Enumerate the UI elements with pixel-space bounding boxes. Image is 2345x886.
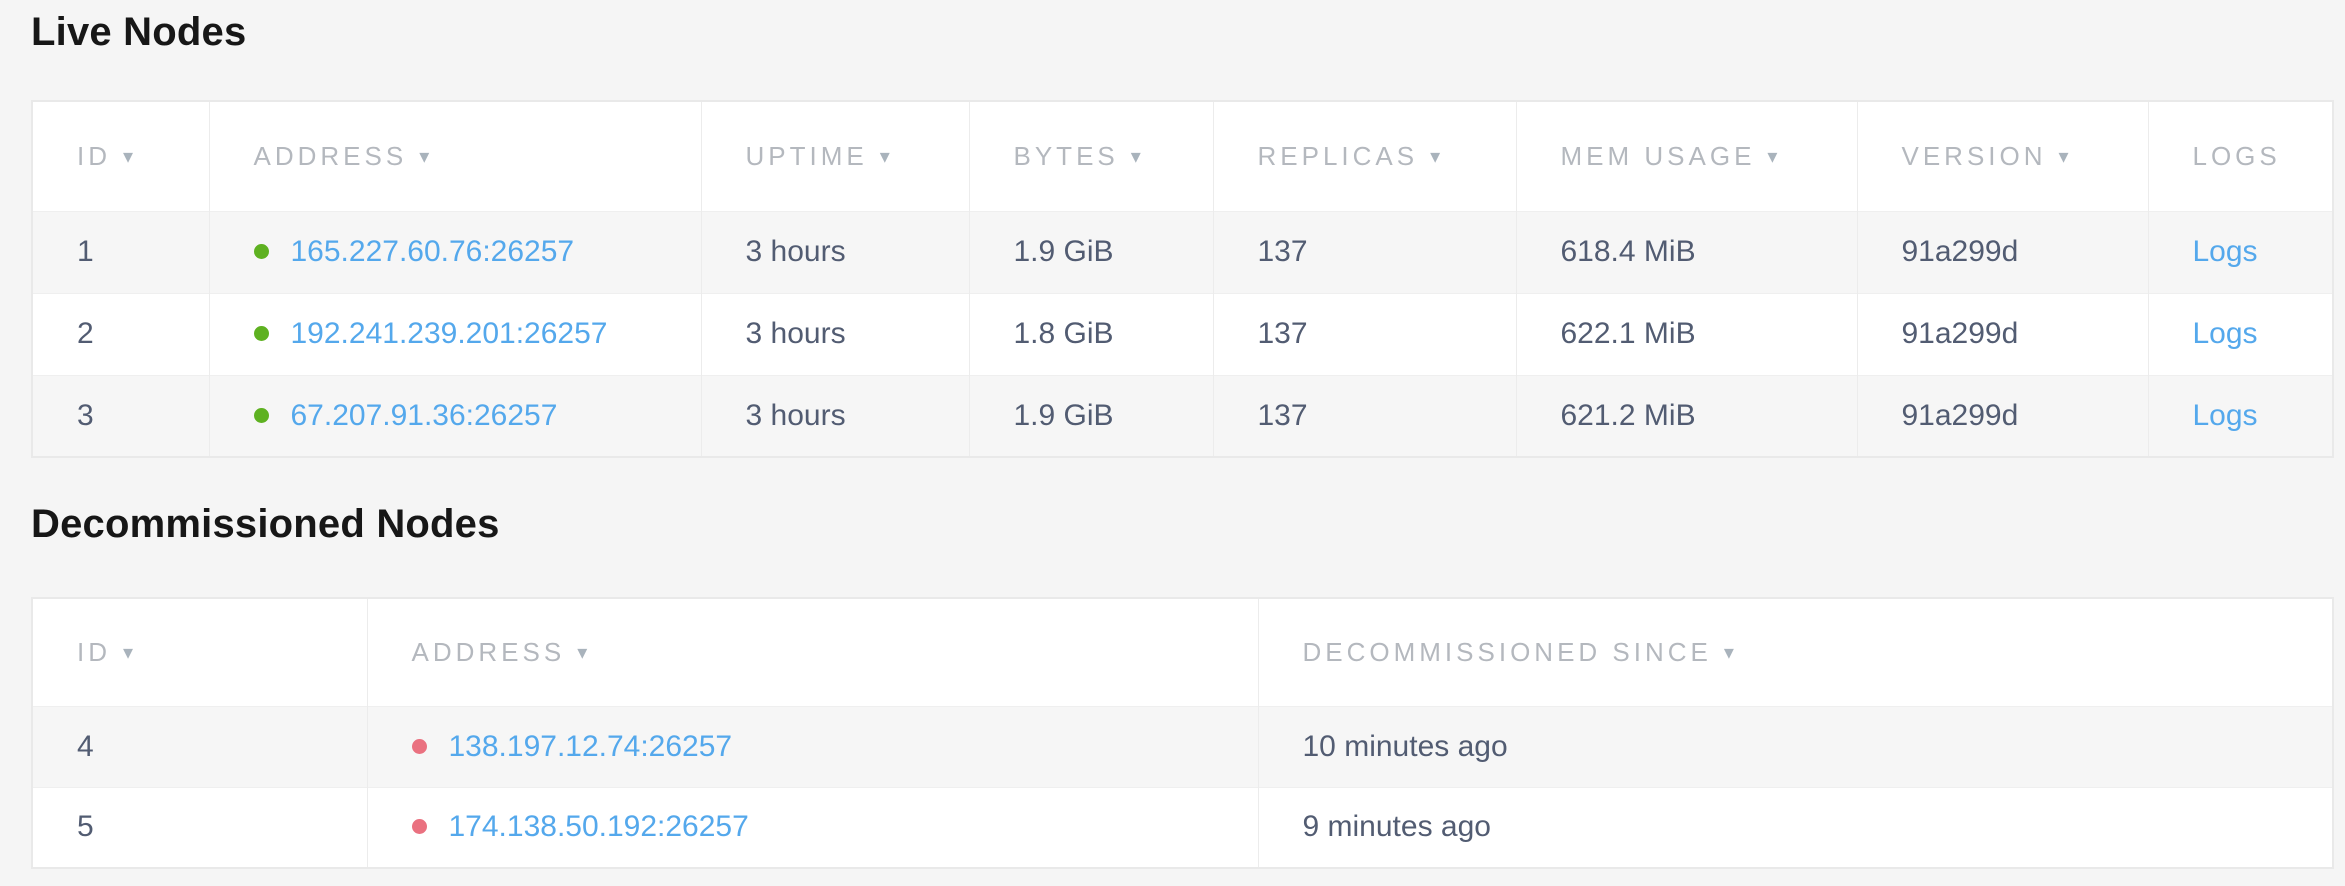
node-live-status-dot-icon [254, 244, 269, 259]
table-row: 3 67.207.91.36:26257 3 hours 1.9 GiB 137… [32, 375, 2333, 457]
decommissioned-nodes-section: Decommissioned Nodes ID ▾ ADDRESS ▾ DECOMM… [31, 502, 2332, 869]
sort-desc-icon: ▾ [577, 640, 587, 665]
node-live-status-dot-icon [254, 326, 269, 341]
sort-desc-icon: ▾ [2059, 144, 2069, 169]
node-address-cell: 67.207.91.36:26257 [209, 375, 701, 457]
live-col-header-id[interactable]: ID ▾ [32, 101, 209, 211]
live-nodes-table: ID ▾ ADDRESS ▾ UPTIME ▾ BYTES ▾ REPLICAS ▾ ME… [31, 100, 2334, 458]
table-row: 5 174.138.50.192:26257 9 minutes ago [32, 787, 2333, 868]
decommissioned-nodes-title: Decommissioned Nodes [31, 502, 2332, 546]
node-address-link[interactable]: 138.197.12.74:26257 [449, 730, 733, 763]
sort-desc-icon: ▾ [1767, 144, 1777, 169]
node-address-link[interactable]: 192.241.239.201:26257 [291, 317, 608, 350]
column-label: BYTES [1014, 141, 1119, 171]
sort-desc-icon: ▾ [880, 144, 890, 169]
node-id-cell: 4 [32, 706, 367, 787]
node-mem-usage-cell: 622.1 MiB [1516, 293, 1857, 375]
dec-col-header-id[interactable]: ID ▾ [32, 598, 367, 706]
node-address-cell: 138.197.12.74:26257 [367, 706, 1258, 787]
decommissioned-nodes-table: ID ▾ ADDRESS ▾ DECOMMISSIONED SINCE ▾ 4 138… [31, 597, 2334, 869]
node-live-status-dot-icon [254, 408, 269, 423]
sort-desc-icon: ▾ [1131, 144, 1141, 169]
node-id-cell: 3 [32, 375, 209, 457]
live-nodes-title: Live Nodes [31, 10, 2332, 54]
column-label: MEM USAGE [1561, 141, 1756, 171]
node-address-cell: 165.227.60.76:26257 [209, 211, 701, 293]
node-logs-link[interactable]: Logs [2193, 317, 2258, 350]
node-logs-cell: Logs [2148, 293, 2333, 375]
dec-col-header-address[interactable]: ADDRESS ▾ [367, 598, 1258, 706]
node-uptime-cell: 3 hours [701, 293, 969, 375]
table-row: 1 165.227.60.76:26257 3 hours 1.9 GiB 13… [32, 211, 2333, 293]
cluster-nodes-page: Live Nodes ID ▾ ADDRESS ▾ UPTIME ▾ BYTES ▾ R… [0, 0, 2345, 869]
live-nodes-section: Live Nodes ID ▾ ADDRESS ▾ UPTIME ▾ BYTES ▾ R… [31, 10, 2332, 458]
node-address-link[interactable]: 67.207.91.36:26257 [291, 399, 558, 432]
column-label: ID [77, 637, 111, 667]
node-mem-usage-cell: 618.4 MiB [1516, 211, 1857, 293]
node-uptime-cell: 3 hours [701, 375, 969, 457]
column-label: ADDRESS [412, 637, 566, 667]
column-label: REPLICAS [1258, 141, 1419, 171]
node-version-cell: 91a299d [1857, 211, 2148, 293]
node-version-cell: 91a299d [1857, 375, 2148, 457]
column-label: UPTIME [746, 141, 868, 171]
sort-desc-icon: ▾ [419, 144, 429, 169]
node-mem-usage-cell: 621.2 MiB [1516, 375, 1857, 457]
node-replicas-cell: 137 [1213, 293, 1516, 375]
live-col-header-bytes[interactable]: BYTES ▾ [969, 101, 1213, 211]
node-logs-link[interactable]: Logs [2193, 235, 2258, 268]
node-address-cell: 192.241.239.201:26257 [209, 293, 701, 375]
column-label: VERSION [1902, 141, 2047, 171]
decommissioned-nodes-header-row: ID ▾ ADDRESS ▾ DECOMMISSIONED SINCE ▾ [32, 598, 2333, 706]
node-decommissioned-since-cell: 10 minutes ago [1258, 706, 2333, 787]
column-label: LOGS [2193, 141, 2281, 171]
table-row: 2 192.241.239.201:26257 3 hours 1.8 GiB … [32, 293, 2333, 375]
node-id-cell: 1 [32, 211, 209, 293]
live-col-header-uptime[interactable]: UPTIME ▾ [701, 101, 969, 211]
live-col-header-replicas[interactable]: REPLICAS ▾ [1213, 101, 1516, 211]
live-col-header-address[interactable]: ADDRESS ▾ [209, 101, 701, 211]
sort-desc-icon: ▾ [123, 144, 133, 169]
node-version-cell: 91a299d [1857, 293, 2148, 375]
node-decommissioned-status-dot-icon [412, 739, 427, 754]
dec-col-header-decommissioned-since[interactable]: DECOMMISSIONED SINCE ▾ [1258, 598, 2333, 706]
node-bytes-cell: 1.8 GiB [969, 293, 1213, 375]
node-address-link[interactable]: 165.227.60.76:26257 [291, 235, 575, 268]
node-logs-cell: Logs [2148, 375, 2333, 457]
table-row: 4 138.197.12.74:26257 10 minutes ago [32, 706, 2333, 787]
node-id-cell: 2 [32, 293, 209, 375]
node-decommissioned-since-cell: 9 minutes ago [1258, 787, 2333, 868]
node-uptime-cell: 3 hours [701, 211, 969, 293]
live-nodes-header-row: ID ▾ ADDRESS ▾ UPTIME ▾ BYTES ▾ REPLICAS ▾ ME… [32, 101, 2333, 211]
column-label: ID [77, 141, 111, 171]
node-address-cell: 174.138.50.192:26257 [367, 787, 1258, 868]
node-logs-cell: Logs [2148, 211, 2333, 293]
node-id-cell: 5 [32, 787, 367, 868]
sort-desc-icon: ▾ [123, 640, 133, 665]
node-logs-link[interactable]: Logs [2193, 399, 2258, 432]
node-bytes-cell: 1.9 GiB [969, 375, 1213, 457]
sort-desc-icon: ▾ [1724, 640, 1734, 665]
node-decommissioned-status-dot-icon [412, 819, 427, 834]
column-label: DECOMMISSIONED SINCE [1303, 637, 1712, 667]
node-address-link[interactable]: 174.138.50.192:26257 [449, 810, 749, 843]
node-replicas-cell: 137 [1213, 211, 1516, 293]
live-col-header-logs: LOGS [2148, 101, 2333, 211]
node-replicas-cell: 137 [1213, 375, 1516, 457]
sort-desc-icon: ▾ [1430, 144, 1440, 169]
column-label: ADDRESS [254, 141, 408, 171]
live-col-header-mem-usage[interactable]: MEM USAGE ▾ [1516, 101, 1857, 211]
node-bytes-cell: 1.9 GiB [969, 211, 1213, 293]
live-col-header-version[interactable]: VERSION ▾ [1857, 101, 2148, 211]
